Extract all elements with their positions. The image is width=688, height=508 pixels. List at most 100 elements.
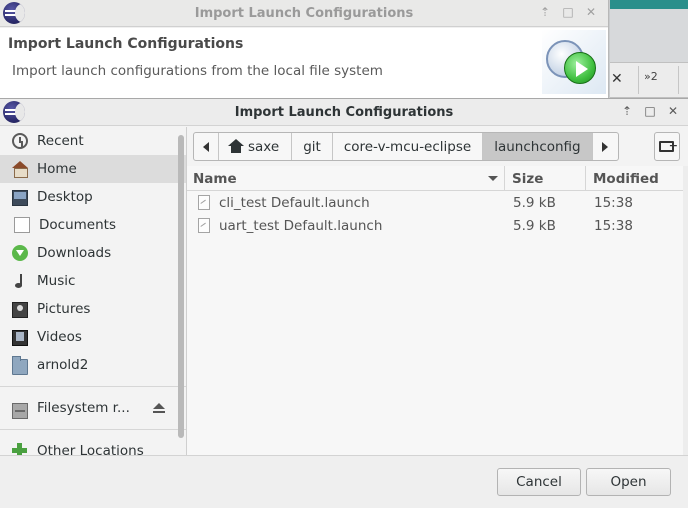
wizard-header-title: Import Launch Configurations [8,36,244,52]
file-list-header: Name Size Modified [187,166,683,191]
sidebar-item-label: Desktop [37,189,93,205]
column-header-label: Name [193,170,237,187]
sidebar-item-label: Pictures [37,301,91,317]
new-folder-icon [659,140,678,152]
documents-icon [14,217,30,233]
background-titlebar: Import Launch Configurations ⇡ □ ✕ [0,0,608,27]
path-segment-git[interactable]: git [292,133,333,160]
play-icon [564,52,596,84]
cancel-button[interactable]: Cancel [497,468,581,496]
sort-descending-icon [488,176,498,181]
home-icon [228,139,244,154]
dialog-button-bar: Cancel Open [0,455,688,508]
drive-icon [12,403,28,419]
sidebar-item-other-locations[interactable]: Other Locations [0,437,186,455]
path-segment-label: saxe [248,138,280,155]
path-forward-button[interactable] [593,133,618,160]
recent-icon [12,133,28,149]
sidebar-divider [0,429,186,430]
restore-icon[interactable]: ⇡ [538,5,552,19]
restore-icon[interactable]: ⇡ [620,104,634,118]
background-window-controls: ⇡ □ ✕ [538,5,598,19]
sidebar-item-documents[interactable]: Documents [0,211,186,239]
dialog-title: Import Launch Configurations [234,105,454,120]
close-tab-icon[interactable]: ✕ [611,71,623,87]
folder-icon [12,356,28,375]
open-button[interactable]: Open [586,468,671,496]
table-row[interactable]: uart_test Default.launch 5.9 kB 15:38 [187,214,683,237]
file-icon [198,218,210,233]
eject-icon[interactable] [153,402,165,414]
divider [678,66,679,94]
path-segment-core-v-mcu-eclipse[interactable]: core-v-mcu-eclipse [333,133,484,160]
background-window-title: Import Launch Configurations [194,6,414,21]
maximize-icon[interactable]: □ [643,104,657,118]
more-tabs-button[interactable]: »2 [644,70,658,83]
path-segment-label: launchconfig [494,138,581,155]
sidebar-item-label: Filesystem r... [37,400,130,416]
wizard-header: Import Launch Configurations Import laun… [0,28,608,100]
desktop-icon [12,190,28,206]
sidebar-item-label: Documents [39,217,116,233]
launch-wizard-graphic-icon [542,30,606,94]
sidebar-item-label: Recent [37,133,84,149]
plus-icon [12,443,28,455]
file-list: Name Size Modified cli_test Default.laun… [187,166,688,455]
sidebar-item-label: Music [37,273,76,289]
sidebar-item-home[interactable]: Home [0,155,186,183]
dialog-window-controls: ⇡ □ ✕ [620,104,680,118]
places-sidebar: Recent Home Desktop Documents Downloads … [0,127,186,455]
sidebar-item-desktop[interactable]: Desktop [0,183,186,211]
path-bar: saxe git core-v-mcu-eclipse launchconfig [193,132,619,161]
chevron-right-icon [602,141,609,152]
sidebar-item-recent[interactable]: Recent [0,127,186,155]
path-segment-launchconfig[interactable]: launchconfig [483,133,593,160]
background-eclipse-toolbar: ✕ »2 [610,0,688,100]
sidebar-item-label: Downloads [37,245,112,261]
pictures-icon [12,302,28,318]
file-size: 5.9 kB [513,194,556,211]
sidebar-item-pictures[interactable]: Pictures [0,295,186,323]
home-icon [12,161,28,178]
file-name: uart_test Default.launch [219,217,383,234]
file-list-edge [683,166,688,455]
column-header-size[interactable]: Size [506,166,586,191]
sidebar-item-label: Videos [37,329,82,345]
music-icon [12,273,28,289]
wizard-header-description: Import launch configurations from the lo… [12,63,383,79]
column-header-label: Size [512,170,544,187]
column-header-name[interactable]: Name [187,166,505,191]
close-icon[interactable]: ✕ [666,104,680,118]
sidebar-divider [0,386,186,387]
sidebar-item-filesystem[interactable]: Filesystem r... [0,394,186,422]
file-name: cli_test Default.launch [219,194,370,211]
background-wizard-window: Import Launch Configurations ⇡ □ ✕ Impor… [0,0,609,100]
close-icon[interactable]: ✕ [584,5,598,19]
create-folder-button[interactable] [654,132,680,161]
path-segment-home[interactable]: saxe [219,133,293,160]
maximize-icon[interactable]: □ [561,5,575,19]
file-size: 5.9 kB [513,217,556,234]
sidebar-scrollbar[interactable] [178,135,184,438]
chevron-left-icon [203,141,209,152]
table-row[interactable]: cli_test Default.launch 5.9 kB 15:38 [187,191,683,214]
sidebar-item-label: Home [37,161,77,177]
file-chooser-dialog: Import Launch Configurations ⇡ □ ✕ Recen… [0,98,688,508]
column-header-label: Modified [593,170,659,187]
sidebar-item-videos[interactable]: Videos [0,323,186,351]
path-segment-label: git [303,138,321,155]
file-icon [198,195,210,210]
sidebar-item-label: Other Locations [37,443,144,455]
sidebar-item-arnold2[interactable]: arnold2 [0,351,186,379]
sidebar-item-music[interactable]: Music [0,267,186,295]
videos-icon [12,330,28,346]
column-header-modified[interactable]: Modified [587,166,683,191]
accent-strip [610,0,688,9]
sidebar-item-label: arnold2 [37,357,89,373]
dialog-titlebar: Import Launch Configurations ⇡ □ ✕ [0,99,688,126]
file-modified: 15:38 [594,194,633,211]
sidebar-item-downloads[interactable]: Downloads [0,239,186,267]
file-modified: 15:38 [594,217,633,234]
downloads-icon [12,245,28,261]
path-back-button[interactable] [194,133,219,160]
